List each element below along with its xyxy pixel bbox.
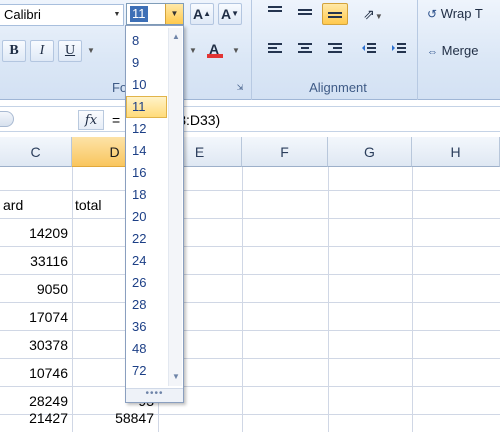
ribbon: Calibri ▼ 11 ▼ A▲ A▼ B I U ▼ ▼ A ▼ Font … bbox=[0, 0, 500, 100]
align-left-icon bbox=[268, 43, 282, 53]
caret-up-icon: ▲ bbox=[203, 9, 212, 18]
increase-indent-icon bbox=[392, 43, 406, 53]
font-size-combo[interactable]: 11 ▼ bbox=[126, 3, 184, 25]
cell-c[interactable]: 33116 bbox=[0, 246, 72, 276]
font-size-option[interactable]: 18 bbox=[126, 184, 167, 206]
orientation-icon: ⇗ bbox=[363, 6, 375, 22]
wrap-text-button[interactable]: ↺ Wrap T bbox=[426, 3, 500, 25]
grid-line bbox=[242, 167, 243, 432]
align-center-button[interactable] bbox=[292, 40, 318, 62]
align-middle-icon bbox=[298, 9, 312, 15]
font-color-swatch bbox=[207, 54, 223, 58]
worksheet-grid[interactable]: C D E F G H ard total 14209 56 33116 105… bbox=[0, 137, 500, 432]
font-size-option-selected[interactable]: 11 bbox=[126, 96, 167, 118]
merge-label: Merge bbox=[441, 43, 479, 58]
decrease-indent-button[interactable] bbox=[356, 40, 382, 62]
italic-button[interactable]: I bbox=[30, 40, 54, 62]
align-center-icon bbox=[298, 43, 312, 53]
font-size-value[interactable]: 11 bbox=[130, 6, 148, 22]
wrap-text-label: Wrap T bbox=[440, 6, 483, 21]
dialog-launcher-icon[interactable]: ⇲ bbox=[235, 83, 245, 93]
orientation-button[interactable]: ⇗▼ bbox=[356, 3, 390, 25]
font-name-value: Calibri bbox=[4, 7, 41, 22]
fill-color-dropdown-icon[interactable]: ▼ bbox=[188, 40, 198, 62]
font-size-option[interactable]: 9 bbox=[126, 52, 167, 74]
formula-suffix: 3:D33) bbox=[178, 112, 221, 128]
font-size-option[interactable]: 20 bbox=[126, 206, 167, 228]
caret-down-icon: ▼ bbox=[231, 9, 240, 18]
align-top-button[interactable] bbox=[262, 3, 288, 25]
chevron-down-icon[interactable]: ▼ bbox=[111, 5, 123, 25]
font-size-option[interactable]: 16 bbox=[126, 162, 167, 184]
shrink-font-button[interactable]: A▼ bbox=[218, 3, 242, 25]
cell-c[interactable]: 21427 bbox=[0, 403, 72, 432]
underline-button[interactable]: U bbox=[58, 40, 82, 62]
align-bottom-icon bbox=[328, 12, 342, 18]
font-size-option[interactable]: 48 bbox=[126, 338, 167, 360]
cell-c[interactable]: 14209 bbox=[0, 218, 72, 248]
dropdown-scrollbar[interactable]: ▲ ▼ bbox=[168, 28, 182, 386]
font-color-dropdown-icon[interactable]: ▼ bbox=[230, 40, 242, 62]
wrap-text-icon: ↺ bbox=[427, 7, 438, 21]
scroll-down-icon[interactable]: ▼ bbox=[169, 370, 183, 384]
alignment-group-label: Alignment bbox=[309, 80, 367, 95]
chevron-down-icon: ▼ bbox=[374, 12, 383, 21]
column-header-f[interactable]: F bbox=[242, 137, 328, 167]
wrap-merge-group: ↺ Wrap T ⇔ Merge bbox=[420, 0, 500, 100]
cell-c[interactable]: 10746 bbox=[0, 358, 72, 388]
font-size-option[interactable]: 8 bbox=[126, 30, 167, 52]
grid-line bbox=[412, 167, 413, 432]
chevron-down-icon[interactable]: ▼ bbox=[165, 4, 183, 24]
column-header-g[interactable]: G bbox=[328, 137, 412, 167]
align-right-button[interactable] bbox=[322, 40, 348, 62]
font-size-option[interactable]: 26 bbox=[126, 272, 167, 294]
font-name-combo[interactable]: Calibri ▼ bbox=[0, 4, 124, 26]
font-size-option[interactable]: 22 bbox=[126, 228, 167, 250]
align-right-icon bbox=[328, 43, 342, 53]
scroll-up-icon[interactable]: ▲ bbox=[169, 30, 183, 44]
font-size-option[interactable]: 72 bbox=[126, 360, 167, 382]
font-size-option[interactable]: 24 bbox=[126, 250, 167, 272]
bold-button[interactable]: B bbox=[2, 40, 26, 62]
formula-bar: fx = 3:D33) bbox=[0, 106, 500, 132]
font-size-option[interactable]: 14 bbox=[126, 140, 167, 162]
grow-font-button[interactable]: A▲ bbox=[190, 3, 214, 25]
align-top-icon bbox=[268, 6, 282, 12]
font-size-dropdown: 8 9 10 11 12 14 16 18 20 22 24 26 28 36 … bbox=[125, 25, 184, 403]
column-header-h[interactable]: H bbox=[412, 137, 500, 167]
formula-prefix: = bbox=[112, 112, 121, 128]
grid-line bbox=[328, 167, 329, 432]
merge-icon: ⇔ bbox=[427, 46, 438, 58]
cell-c[interactable]: 17074 bbox=[0, 302, 72, 332]
font-size-option[interactable]: 28 bbox=[126, 294, 167, 316]
insert-function-button[interactable]: fx bbox=[78, 110, 104, 130]
name-box[interactable] bbox=[0, 111, 14, 127]
cell-c[interactable]: 30378 bbox=[0, 330, 72, 360]
font-size-option[interactable]: 36 bbox=[126, 316, 167, 338]
column-header-c[interactable]: C bbox=[0, 137, 72, 167]
font-size-option[interactable]: 12 bbox=[126, 118, 167, 140]
font-size-option[interactable]: 10 bbox=[126, 74, 167, 96]
underline-dropdown-icon[interactable]: ▼ bbox=[84, 40, 98, 62]
cell-c-header[interactable]: ard bbox=[0, 190, 72, 220]
align-middle-button[interactable] bbox=[292, 3, 318, 25]
resize-grip-icon[interactable]: •••• bbox=[126, 388, 183, 402]
alignment-group: ⇗▼ Alignment bbox=[258, 0, 418, 100]
font-color-button[interactable]: A bbox=[202, 38, 226, 60]
font-size-options: 8 9 10 11 12 14 16 18 20 22 24 26 28 36 … bbox=[126, 30, 167, 382]
grow-font-label: A bbox=[192, 6, 204, 22]
cell-d[interactable]: 58847 bbox=[72, 403, 158, 432]
increase-indent-button[interactable] bbox=[386, 40, 412, 62]
shrink-font-label: A bbox=[220, 6, 232, 22]
cell-c[interactable]: 9050 bbox=[0, 274, 72, 304]
align-bottom-button[interactable] bbox=[322, 3, 348, 25]
align-left-button[interactable] bbox=[262, 40, 288, 62]
merge-center-button[interactable]: ⇔ Merge bbox=[426, 40, 500, 62]
decrease-indent-icon bbox=[362, 43, 376, 53]
